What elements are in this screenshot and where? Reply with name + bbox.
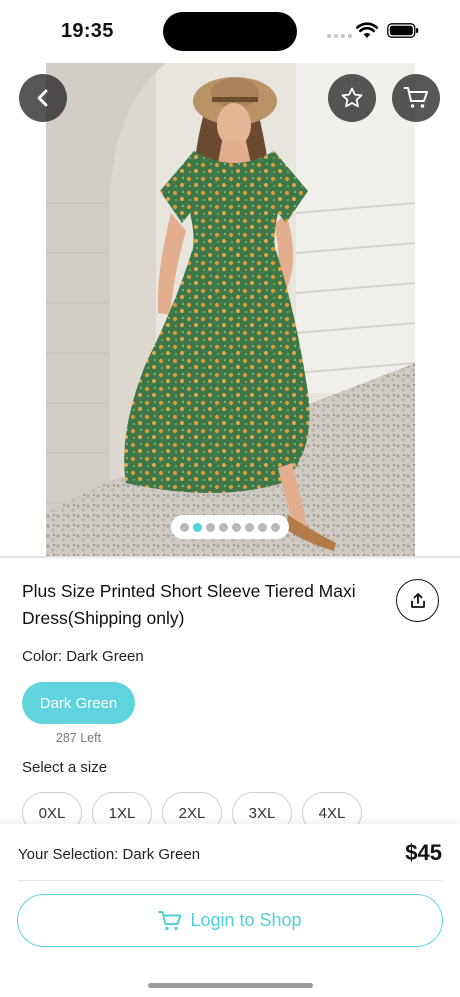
- pager-dot[interactable]: [271, 522, 280, 532]
- cart-button[interactable]: [392, 74, 440, 122]
- battery-icon: [387, 23, 419, 38]
- pager-dot[interactable]: [232, 522, 241, 532]
- favorite-button[interactable]: [328, 74, 376, 122]
- divider: [0, 556, 460, 558]
- share-button[interactable]: [396, 579, 439, 622]
- color-label-value: Dark Green: [66, 648, 144, 665]
- size-label: Select a size: [22, 759, 108, 776]
- your-selection: Your Selection: Dark Green: [18, 846, 200, 863]
- wifi-icon: [356, 22, 378, 38]
- star-icon: [341, 87, 363, 108]
- back-button[interactable]: [19, 74, 67, 122]
- home-indicator: [148, 983, 313, 988]
- pager-dot[interactable]: [180, 522, 189, 532]
- login-to-shop-button[interactable]: Login to Shop: [17, 894, 443, 947]
- pager-dot[interactable]: [219, 522, 228, 532]
- pager-dot[interactable]: [193, 522, 202, 532]
- product-image[interactable]: [46, 63, 415, 556]
- status-bar: 19:35: [0, 0, 460, 62]
- share-icon: [410, 592, 425, 608]
- dynamic-island: [163, 12, 297, 51]
- price: $45: [405, 840, 442, 865]
- stock-remaining: 287 Left: [55, 731, 102, 745]
- cart-icon: [158, 910, 182, 930]
- color-label-prefix: Color:: [22, 648, 63, 665]
- pager-dot[interactable]: [258, 522, 267, 532]
- product-photo: [46, 63, 415, 556]
- back-arrow-icon: [37, 89, 48, 107]
- color-label: Color: Dark Green: [22, 648, 144, 665]
- pager-dot[interactable]: [206, 522, 215, 532]
- bottom-bar: Your Selection: Dark Green $45 Login to …: [0, 824, 460, 997]
- product-title: Plus Size Printed Short Sleeve Tiered Ma…: [22, 581, 356, 628]
- status-time: 19:35: [61, 20, 114, 42]
- image-pager[interactable]: [171, 515, 289, 539]
- color-option-dark-green[interactable]: Dark Green: [22, 682, 135, 724]
- cellular-signal-icon: [327, 34, 352, 38]
- pager-dot[interactable]: [245, 522, 254, 532]
- divider: [18, 880, 442, 881]
- cart-icon: [403, 87, 428, 108]
- selection-value: Dark Green: [122, 846, 201, 863]
- login-to-shop-label: Login to Shop: [190, 910, 302, 930]
- selection-prefix: Your Selection:: [18, 846, 119, 863]
